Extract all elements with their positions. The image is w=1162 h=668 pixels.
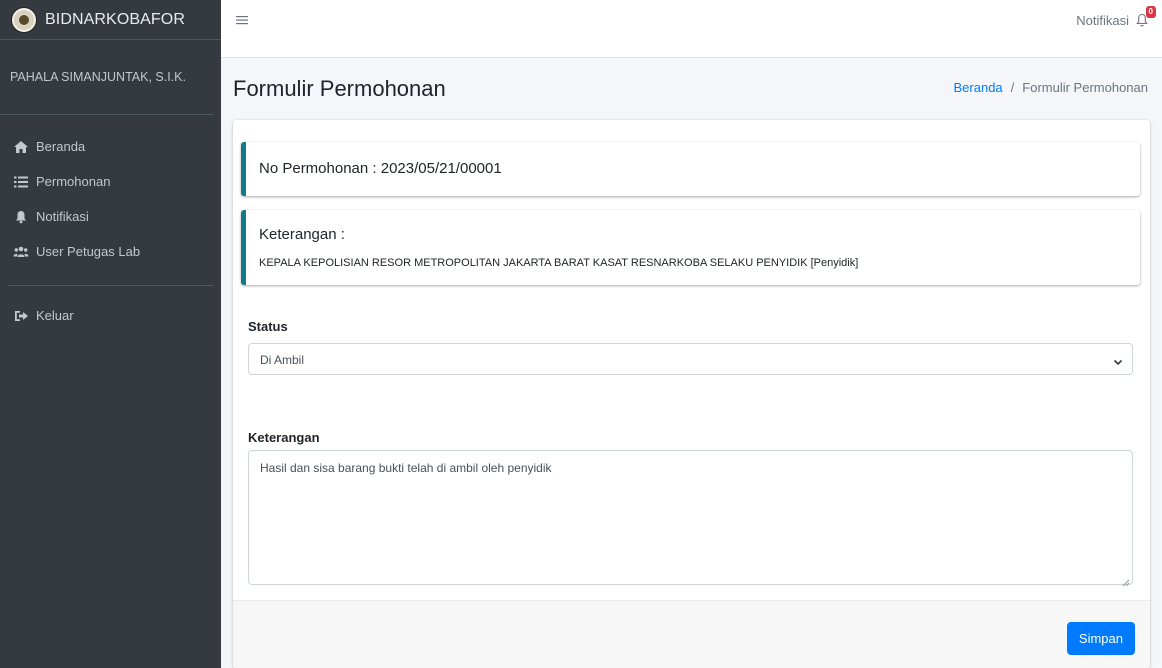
sidebar-item-label: Permohonan	[36, 174, 111, 189]
user-panel: PAHALA SIMANJUNTAK, S.I.K.	[0, 40, 213, 115]
sidebar-item-user-petugas-lab[interactable]: User Petugas Lab	[0, 234, 221, 269]
note-textarea[interactable]: Hasil dan sisa barang bukti telah di amb…	[248, 450, 1133, 587]
resize-handle-icon[interactable]	[1122, 574, 1130, 587]
notification-count-badge: 0	[1145, 6, 1156, 18]
breadcrumb: Beranda / Formulir Permohonan	[953, 80, 1149, 95]
sign-out-icon	[13, 308, 29, 324]
topbar: Notifikasi 0	[221, 0, 1162, 58]
brand-logo	[12, 7, 36, 32]
status-selected-value: Di Ambil	[260, 353, 305, 367]
user-name[interactable]: PAHALA SIMANJUNTAK, S.I.K.	[10, 70, 186, 84]
keterangan-heading: Keterangan :	[259, 226, 345, 243]
form-card: No Permohonan : 2023/05/21/00001 Keteran…	[233, 120, 1150, 668]
menu-toggle-icon[interactable]	[235, 13, 249, 27]
note-label: Keterangan	[248, 430, 320, 445]
brand-name: BIDNARKOBAFOR	[45, 10, 185, 28]
breadcrumb-current: Formulir Permohonan	[1022, 80, 1148, 95]
save-button[interactable]: Simpan	[1066, 622, 1135, 655]
sidebar-item-beranda[interactable]: Beranda	[0, 129, 221, 164]
sidebar-item-notifikasi[interactable]: Notifikasi	[0, 199, 221, 234]
keterangan-callout: Keterangan : KEPALA KEPOLISIAN RESOR MET…	[241, 210, 1140, 285]
permohonan-number: No Permohonan : 2023/05/21/00001	[259, 160, 502, 177]
notification-menu[interactable]: Notifikasi 0	[1076, 6, 1156, 28]
card-footer: Simpan	[233, 600, 1150, 668]
bell-icon	[13, 209, 29, 225]
users-icon	[13, 244, 29, 260]
sidebar-item-label: User Petugas Lab	[36, 244, 141, 259]
sidebar-item-permohonan[interactable]: Permohonan	[0, 164, 221, 199]
keterangan-text: KEPALA KEPOLISIAN RESOR METROPOLITAN JAK…	[259, 257, 859, 269]
note-value: Hasil dan sisa barang bukti telah di amb…	[260, 461, 552, 475]
notification-label: Notifikasi	[1076, 12, 1129, 28]
chevron-down-icon	[1113, 354, 1123, 366]
brand-link[interactable]: BIDNARKOBAFOR	[0, 0, 221, 40]
page-title: Formulir Permohonan	[233, 76, 446, 101]
home-icon	[13, 139, 29, 155]
bell-icon: 0	[1134, 6, 1156, 28]
sidebar-item-label: Notifikasi	[36, 209, 89, 224]
status-label: Status	[248, 319, 288, 334]
permohonan-number-callout: No Permohonan : 2023/05/21/00001	[241, 142, 1140, 196]
sidebar: BIDNARKOBAFOR PAHALA SIMANJUNTAK, S.I.K.…	[0, 0, 221, 668]
list-icon	[13, 174, 29, 190]
sidebar-nav: Beranda Permohonan Notifikasi User Petug…	[0, 115, 221, 333]
breadcrumb-home-link[interactable]: Beranda	[954, 80, 1003, 95]
sidebar-item-label: Beranda	[36, 139, 86, 154]
status-select[interactable]: Di Ambil	[248, 343, 1133, 375]
nav-divider	[8, 285, 213, 286]
sidebar-item-label: Keluar	[36, 308, 74, 323]
sidebar-item-keluar[interactable]: Keluar	[0, 298, 221, 333]
